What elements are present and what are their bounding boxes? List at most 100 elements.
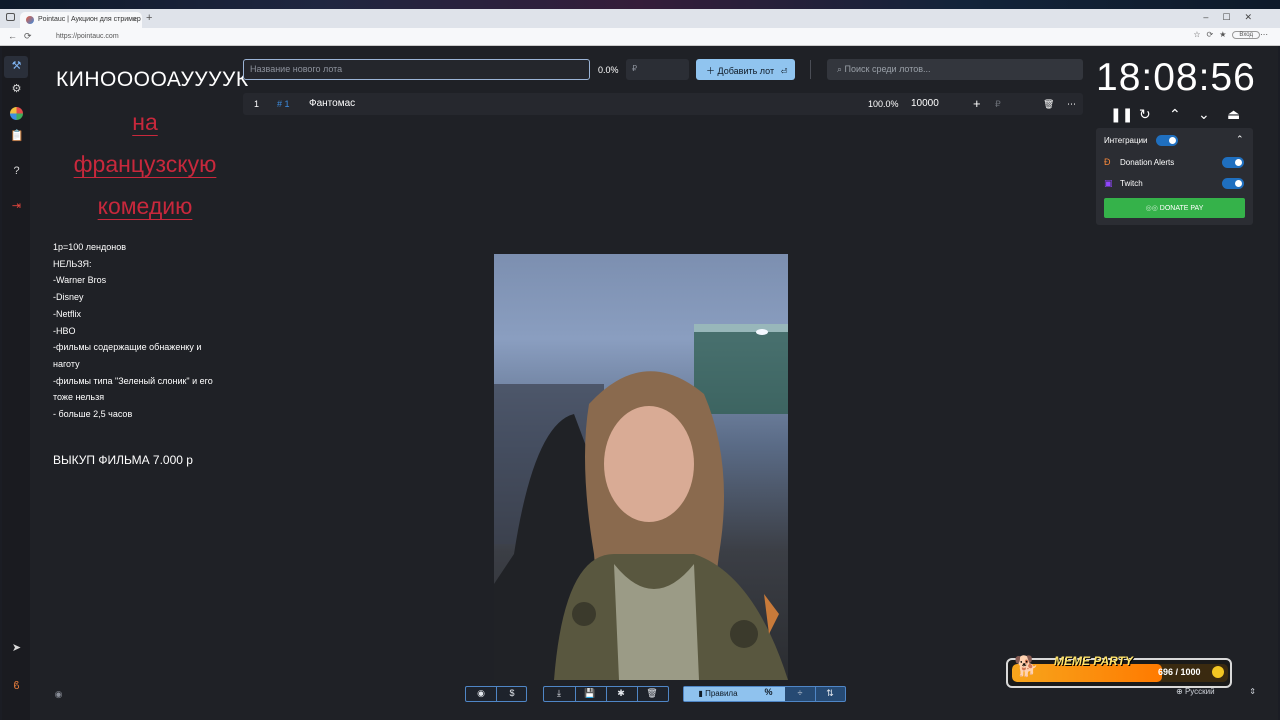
search-icon: ⌕	[837, 64, 845, 74]
browser-tab-bar: Pointauc | Аукцион для стример × + –☐✕	[0, 9, 1280, 28]
settings-gear-icon[interactable]: ⚙	[10, 83, 23, 96]
search-placeholder: Поиск среди лотов...	[844, 64, 931, 74]
history-clipboard-icon[interactable]: 📋	[10, 130, 24, 143]
wheel-graphic	[10, 107, 23, 120]
integrations-title: Интеграции	[1104, 136, 1148, 145]
lot-row[interactable]: 1 # 1 Фантомас 100.0% 10000 + ₽ 🗑 ⋯	[243, 93, 1083, 115]
webcam-video	[494, 254, 788, 680]
add-lot-button[interactable]: ＋ Добавить лот ⏎	[696, 59, 795, 80]
window-controls[interactable]: –☐✕	[1203, 12, 1266, 23]
coin-icon	[1212, 666, 1224, 678]
toolbar-divider	[810, 60, 811, 79]
bottom-group-file: ⤓ 💾 ✱ 🗑	[543, 686, 669, 702]
add-lot-label: Добавить лот	[717, 66, 775, 76]
browser-tab[interactable]: Pointauc | Аукцион для стример ×	[20, 12, 142, 28]
lot-percent: 100.0%	[868, 99, 899, 109]
lot-delete-icon[interactable]: 🗑	[1043, 99, 1054, 110]
select-arrows-icon: ⇕	[1249, 687, 1256, 696]
nav-rail	[2, 46, 30, 720]
percent-toggle-icon[interactable]: %	[752, 687, 785, 701]
close-tab-icon[interactable]: ×	[132, 15, 137, 24]
doge-avatar-icon: 🐕	[1014, 656, 1039, 678]
tab-title: Pointauc | Аукцион для стример	[38, 16, 141, 23]
compact-view-icon[interactable]: ÷	[785, 688, 815, 698]
bottom-group-links: ◉ $	[465, 686, 527, 702]
rule-line: 1р=100 лендонов	[53, 242, 127, 252]
login-button[interactable]: Вход	[1232, 30, 1260, 39]
help-icon[interactable]: ?	[10, 165, 23, 178]
twitch-toggle[interactable]	[1222, 178, 1244, 189]
new-lot-percent: 0.0%	[598, 65, 619, 75]
sort-icon[interactable]: ⇅	[815, 688, 845, 699]
rule-line: -фильмы содержащие обнаженку и наготу	[53, 342, 202, 369]
sidebar-toggle-icon[interactable]	[6, 13, 15, 21]
lot-id: # 1	[277, 99, 290, 109]
meme-progress-text: 696 / 1000	[1158, 667, 1201, 677]
auction-hammer-icon[interactable]: ⚒	[10, 60, 23, 73]
subtitle-line: на	[132, 109, 158, 135]
lot-more-icon[interactable]: ⋯	[1067, 99, 1076, 110]
new-tab-icon[interactable]: +	[146, 12, 152, 24]
bug-report-icon[interactable]: ✱	[606, 688, 636, 699]
integrations-toggle[interactable]	[1156, 135, 1178, 146]
rule-line: -HBO	[53, 325, 76, 336]
globe-icon: ⊕	[1176, 687, 1185, 696]
integrations-panel: Интеграции ⌃ Ɖ Donation Alerts ▣ Twitch …	[1096, 128, 1253, 225]
rules-button[interactable]: ▮ Правила	[684, 687, 752, 701]
pause-icon[interactable]: ❚❚	[1110, 106, 1133, 123]
auction-title: КИНООООАУУУУК	[56, 68, 249, 91]
lot-index: 1	[254, 99, 260, 109]
collapse-chevron-icon[interactable]: ⌃	[1236, 134, 1244, 145]
new-lot-input[interactable]: Название нового лота	[243, 59, 590, 80]
save-icon[interactable]: 💾	[575, 688, 605, 699]
rule-line: -Warner Bros	[53, 275, 107, 286]
rule-line: -Disney	[53, 292, 84, 303]
integration-name: Donation Alerts	[1120, 158, 1175, 167]
lot-currency-input[interactable]: ₽	[995, 99, 1001, 110]
enter-key-icon: ⏎	[780, 67, 788, 76]
donate-pay-button[interactable]: ◎◎ DONATE PAY	[1104, 198, 1245, 218]
double-time-icon[interactable]: ⏏	[1227, 106, 1240, 123]
clear-lots-icon[interactable]: 🗑	[637, 688, 667, 699]
lot-search-input[interactable]: ⌕ Поиск среди лотов...	[827, 59, 1083, 80]
lot-amount: 10000	[911, 98, 939, 109]
visibility-eye-icon[interactable]: ◉	[52, 688, 65, 701]
buyout-text: ВЫКУП ФИЛЬМА 7.000 р	[53, 453, 193, 467]
github-icon[interactable]: ◉	[466, 688, 496, 699]
donation-alerts-icon: Ɖ	[1104, 157, 1111, 167]
language-select[interactable]: ⊕ Русский ⇕	[1176, 687, 1260, 701]
wheel-icon[interactable]	[10, 107, 23, 120]
browser-address-bar: ← ⟳ https://pointauc.com ☆⟳★ Вход ⋯	[0, 28, 1280, 46]
boosty-icon[interactable]: ϐ	[10, 680, 23, 693]
app-page: ⚒ ⚙ 📋 ? ⇥ ➤ ϐ ◉ КИНООООАУУУУК на француз…	[2, 46, 1278, 720]
logout-icon[interactable]: ⇥	[10, 200, 23, 213]
auction-timer: 18:08:56	[1096, 56, 1256, 99]
reload-icon[interactable]: ⟳	[24, 31, 32, 42]
rule-line: - больше 2,5 часов	[53, 409, 133, 420]
rule-line: -Netflix	[53, 308, 82, 319]
auction-subtitle: на французскую комедию	[52, 101, 238, 227]
subtract-time-icon[interactable]: ⌄	[1198, 106, 1210, 123]
browser-actions[interactable]: ☆⟳★ Вход ⋯	[1193, 30, 1274, 39]
url-field[interactable]: https://pointauc.com	[46, 31, 1196, 43]
integration-name: Twitch	[1120, 179, 1143, 188]
reset-timer-icon[interactable]: ↻	[1139, 106, 1151, 123]
donate-pay-label: DONATE PAY	[1159, 205, 1204, 212]
webcam-frame-graphic	[494, 324, 788, 680]
donate-dollar-icon[interactable]: $	[497, 688, 527, 698]
add-time-icon[interactable]: ⌃	[1169, 106, 1181, 123]
new-lot-amount-input[interactable]: ₽	[626, 59, 689, 80]
telegram-icon[interactable]: ➤	[10, 642, 23, 655]
lot-add-icon[interactable]: +	[973, 96, 981, 111]
rules-label: Правила	[705, 689, 738, 698]
donate-pay-logo-icon: ◎◎	[1145, 205, 1160, 212]
auction-rules: 1р=100 лендонов НЕЛЬЗЯ: -Warner Bros -Di…	[53, 239, 243, 423]
lot-name[interactable]: Фантомас	[309, 98, 355, 109]
back-icon[interactable]: ←	[8, 31, 17, 41]
download-icon[interactable]: ⤓	[544, 688, 574, 699]
donation-alerts-toggle[interactable]	[1222, 157, 1244, 168]
rule-line: -фильмы типа "Зеленый слоник" и его тоже…	[53, 375, 213, 403]
twitch-icon: ▣	[1104, 178, 1113, 188]
rule-line: НЕЛЬЗЯ:	[53, 258, 92, 269]
language-label: Русский	[1184, 687, 1215, 696]
